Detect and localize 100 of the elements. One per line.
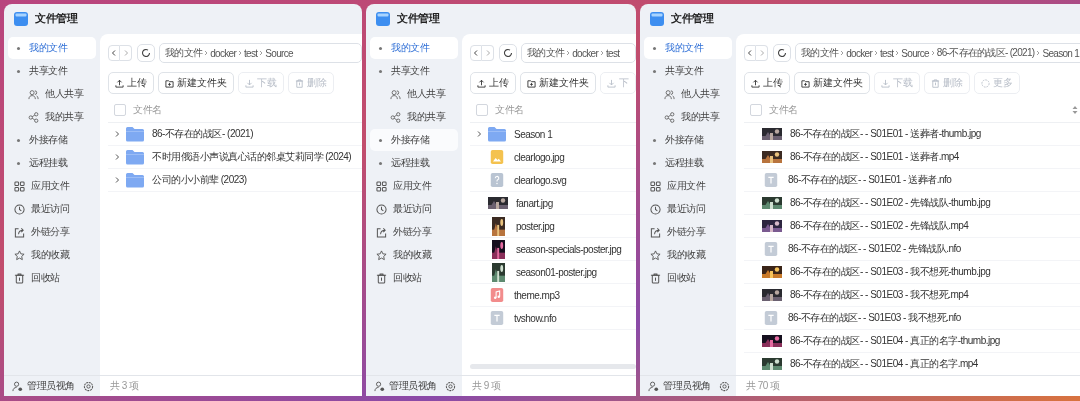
sidebar-item[interactable]: 远程挂载 [644, 152, 732, 174]
sidebar-item[interactable]: 他人共享 [644, 83, 732, 105]
settings-button[interactable] [719, 380, 730, 392]
file-name[interactable]: theme.mp3 [514, 289, 560, 301]
sidebar-item[interactable]: 我的收藏 [8, 244, 96, 266]
sidebar-item[interactable]: 共享文件 [370, 60, 458, 82]
breadcrumb-item[interactable]: test [880, 47, 894, 59]
forward-button[interactable] [120, 45, 132, 61]
file-name[interactable]: Season 1 [514, 128, 553, 140]
sidebar-item[interactable]: 远程挂载 [8, 152, 96, 174]
toolbar-button[interactable]: 新建文件夹 [158, 72, 234, 94]
breadcrumb-item[interactable]: Season 1 [1042, 47, 1080, 59]
sidebar-item[interactable]: 最近访问 [644, 198, 732, 220]
sidebar-item[interactable]: 外链分享 [644, 221, 732, 243]
file-name[interactable]: 86-不存在的战区- - S01E03 - 我不想死.mp4 [790, 288, 969, 302]
breadcrumb-item[interactable]: 我的文件 [165, 46, 203, 60]
sort-icon[interactable] [1072, 105, 1078, 115]
file-name[interactable]: 86-不存在的战区- - S01E02 - 先锋战队.nfo [788, 242, 961, 256]
sidebar-item[interactable]: 外接存储 [644, 129, 732, 151]
file-name[interactable]: 86-不存在的战区- - S01E03 - 我不想死-thumb.jpg [790, 265, 991, 279]
sidebar-item[interactable]: 我的共享 [644, 106, 732, 128]
settings-button[interactable] [83, 380, 94, 392]
back-button[interactable] [108, 45, 120, 61]
file-name[interactable]: poster.jpg [516, 220, 555, 232]
sidebar-item[interactable]: 我的文件 [8, 37, 96, 59]
breadcrumb-item[interactable]: 86-不存在的战区- (2021) [936, 46, 1035, 60]
breadcrumb-item[interactable]: docker [846, 47, 873, 59]
admin-view-label[interactable]: 管理员视角 [663, 379, 715, 393]
breadcrumb-item[interactable]: Source [901, 47, 929, 59]
expand-icon[interactable] [113, 130, 121, 138]
back-button[interactable] [744, 45, 756, 61]
admin-view-label[interactable]: 管理员视角 [27, 379, 79, 393]
back-button[interactable] [470, 45, 482, 61]
forward-button[interactable] [482, 45, 494, 61]
file-name[interactable]: 86-不存在的战区- - S01E01 - 送葬者-thumb.jpg [790, 127, 981, 141]
expand-icon[interactable] [475, 130, 483, 138]
sidebar-item[interactable]: 我的收藏 [644, 244, 732, 266]
toolbar-button[interactable]: 新建文件夹 [520, 72, 596, 94]
file-name[interactable]: 86-不存在的战区- - S01E01 - 送葬者.nfo [788, 173, 952, 187]
file-name[interactable]: 不时用俄语小声说真心话的邻桌艾莉同学 (2024) [152, 150, 352, 164]
file-name[interactable]: 86-不存在的战区- - S01E02 - 先锋战队.mp4 [790, 219, 969, 233]
sidebar-item[interactable]: 外接存储 [370, 129, 458, 151]
sidebar-item[interactable]: 我的文件 [370, 37, 458, 59]
breadcrumb-item[interactable]: test [244, 47, 258, 59]
file-name[interactable]: 86-不存在的战区- - S01E04 - 真正的名字.mp4 [790, 357, 978, 371]
breadcrumb-item[interactable]: test [606, 47, 620, 59]
sidebar-item[interactable]: 回收站 [370, 267, 458, 289]
file-name[interactable]: tvshow.nfo [514, 312, 557, 324]
sidebar-item[interactable]: 应用文件 [644, 175, 732, 197]
file-name[interactable]: fanart.jpg [516, 197, 553, 209]
sidebar-item[interactable]: 回收站 [8, 267, 96, 289]
select-all-checkbox[interactable] [750, 104, 762, 116]
settings-icon [445, 380, 456, 392]
settings-button[interactable] [445, 380, 456, 392]
sidebar-item[interactable]: 他人共享 [370, 83, 458, 105]
sidebar-item[interactable]: 应用文件 [370, 175, 458, 197]
sidebar-item[interactable]: 我的共享 [8, 106, 96, 128]
sidebar-item[interactable]: 最近访问 [370, 198, 458, 220]
file-name[interactable]: 86-不存在的战区- - S01E04 - 真正的名字-thumb.jpg [790, 334, 1000, 348]
sidebar-item[interactable]: 共享文件 [644, 60, 732, 82]
toolbar-button[interactable]: 新建文件夹 [794, 72, 870, 94]
expand-icon[interactable] [113, 176, 121, 184]
sidebar-item[interactable]: 我的文件 [644, 37, 732, 59]
sidebar-item[interactable]: 远程挂载 [370, 152, 458, 174]
file-name[interactable]: clearlogo.jpg [514, 151, 565, 163]
breadcrumb-item[interactable]: docker [210, 47, 237, 59]
sidebar-item[interactable]: 回收站 [644, 267, 732, 289]
sidebar-item[interactable]: 最近访问 [8, 198, 96, 220]
toolbar-button[interactable]: 上传 [470, 72, 516, 94]
breadcrumb-item[interactable]: 我的文件 [801, 46, 839, 60]
expand-icon[interactable] [113, 153, 121, 161]
sidebar-item[interactable]: 应用文件 [8, 175, 96, 197]
file-name[interactable]: 86-不存在的战区- (2021) [152, 127, 253, 141]
select-all-checkbox[interactable] [476, 104, 488, 116]
forward-button[interactable] [756, 45, 768, 61]
file-name[interactable]: clearlogo.svg [514, 174, 567, 186]
breadcrumb-item[interactable]: docker [572, 47, 599, 59]
horizontal-scrollbar[interactable] [470, 364, 636, 369]
sidebar-item[interactable]: 外链分享 [370, 221, 458, 243]
file-name[interactable]: season01-poster.jpg [516, 266, 597, 278]
breadcrumb-item[interactable]: 我的文件 [527, 46, 565, 60]
toolbar-button[interactable]: 上传 [108, 72, 154, 94]
file-name[interactable]: 86-不存在的战区- - S01E03 - 我不想死.nfo [788, 311, 961, 325]
toolbar-button[interactable]: 上传 [744, 72, 790, 94]
file-name[interactable]: 公司的小小前辈 (2023) [152, 173, 247, 187]
sidebar-item[interactable]: 外链分享 [8, 221, 96, 243]
file-name[interactable]: 86-不存在的战区- - S01E01 - 送葬者.mp4 [790, 150, 959, 164]
refresh-button[interactable] [137, 44, 155, 62]
sidebar-item[interactable]: 我的收藏 [370, 244, 458, 266]
sidebar-item[interactable]: 外接存储 [8, 129, 96, 151]
refresh-button[interactable] [499, 44, 517, 62]
select-all-checkbox[interactable] [114, 104, 126, 116]
admin-view-label[interactable]: 管理员视角 [389, 379, 441, 393]
refresh-button[interactable] [773, 44, 791, 62]
file-name[interactable]: season-specials-poster.jpg [516, 243, 622, 255]
file-name[interactable]: 86-不存在的战区- - S01E02 - 先锋战队-thumb.jpg [790, 196, 991, 210]
sidebar-item[interactable]: 共享文件 [8, 60, 96, 82]
sidebar-item[interactable]: 他人共享 [8, 83, 96, 105]
sidebar-item[interactable]: 我的共享 [370, 106, 458, 128]
breadcrumb-item[interactable]: Source [265, 47, 293, 59]
